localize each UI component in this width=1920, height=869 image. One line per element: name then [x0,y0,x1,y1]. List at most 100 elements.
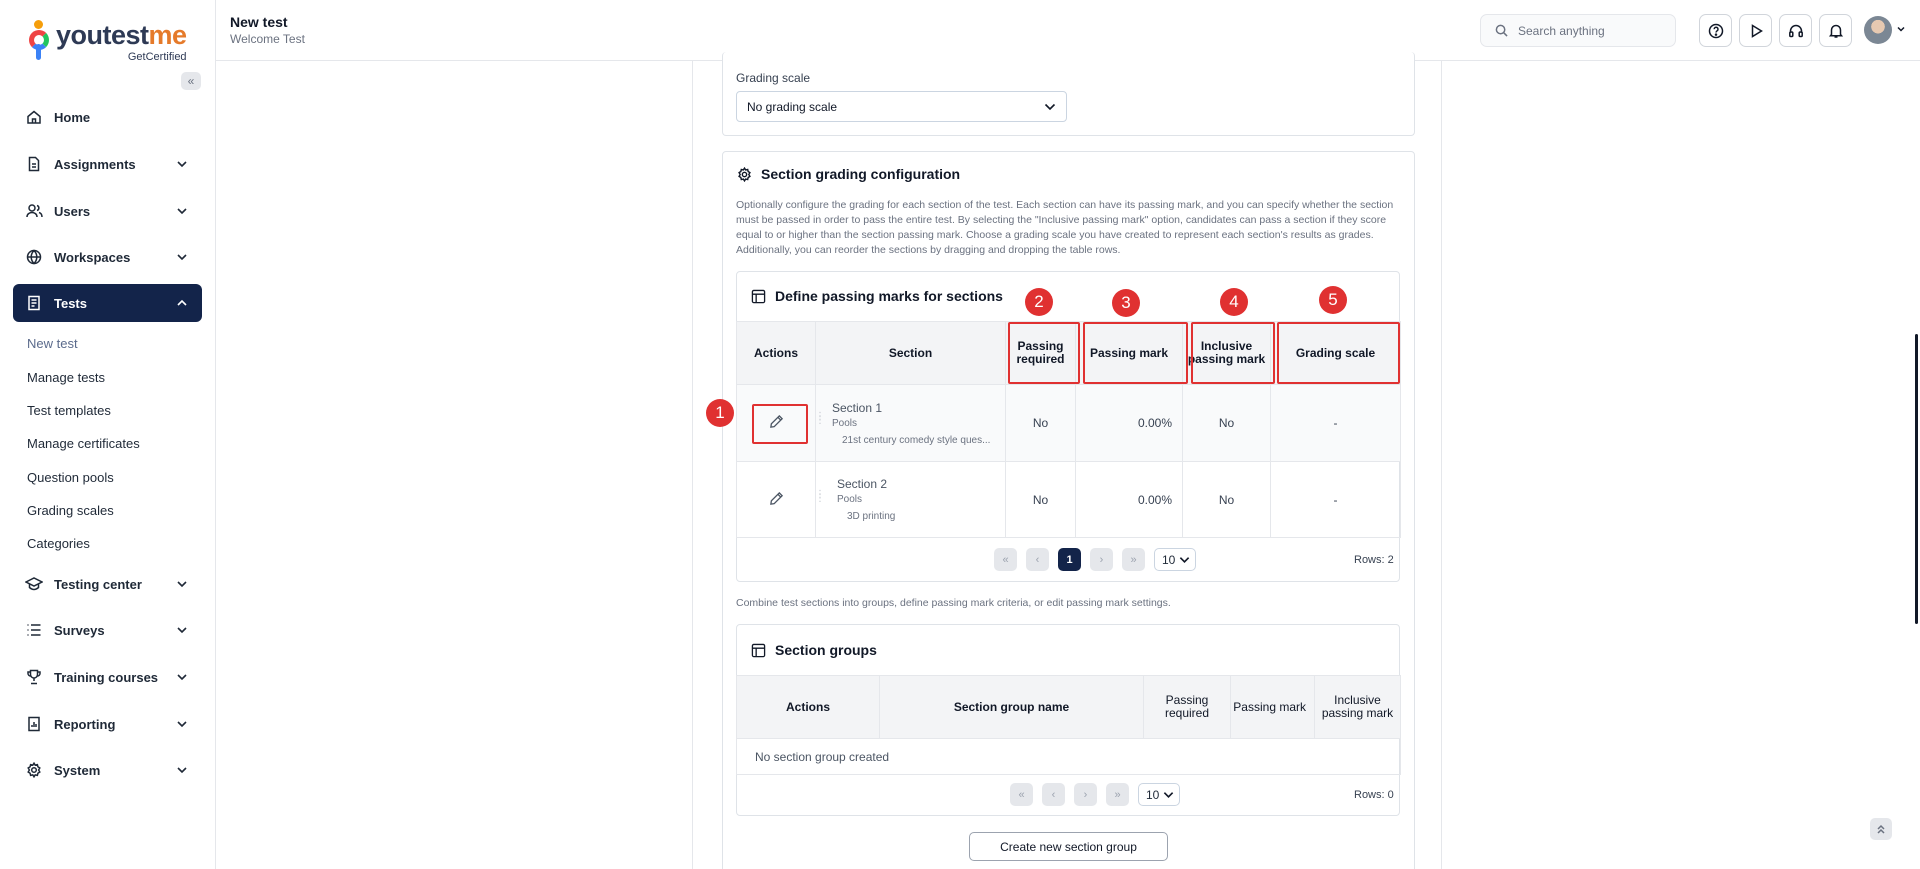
collapse-sidebar-button[interactable]: « [181,72,201,90]
search-input[interactable]: Search anything [1480,14,1676,47]
annotation-box-4 [1191,322,1275,384]
list-icon [25,621,43,639]
table-icon [751,643,766,657]
groups-hint: Combine test sections into groups, defin… [736,597,1171,609]
annotation-badge-3: 3 [1112,289,1140,317]
sidebar-sub-test-templates[interactable]: Test templates [27,403,111,418]
prev-page-button[interactable]: ‹ [1042,783,1065,806]
drag-handle-icon[interactable]: ⋮ ⋮ [815,490,825,504]
section-pools-label: Pools [832,417,858,429]
sidebar-sub-grading-scales[interactable]: Grading scales [27,503,114,518]
page-scrollbar[interactable] [1915,334,1918,624]
sidebar-sub-new-test[interactable]: New test [27,336,78,351]
chevron-down-icon [177,161,187,168]
page-current-button[interactable]: 1 [1058,548,1081,571]
next-page-button[interactable]: › [1090,548,1113,571]
chevron-down-icon [1044,103,1056,110]
table-row[interactable]: Section 2 Pools 3D printing No 0.00% No … [736,461,1401,538]
section-grading-title: Section grading configuration [737,166,960,182]
sidebar-item-label: Training courses [54,669,159,685]
report-icon [25,715,43,733]
sidebar-item-training-courses[interactable]: Training courses [13,658,202,696]
sidebar-item-assignments[interactable]: Assignments [13,145,202,183]
section-name: Section 2 [837,477,888,491]
col-passing-mark: Passing mark [1230,675,1315,739]
page-size-value: 10 [1162,552,1176,567]
brand-sub: GetCertified [127,51,187,63]
help-button[interactable] [1699,14,1732,47]
annotation-box-2 [1008,322,1080,384]
annotation-badge-4: 4 [1220,288,1248,316]
sidebar-sub-manage-tests[interactable]: Manage tests [27,370,105,385]
chevron-down-icon [177,581,187,588]
annotation-box-1 [752,404,808,444]
annotation-box-5 [1277,322,1400,384]
row-inclusive: No [1182,384,1271,462]
create-section-group-button[interactable]: Create new section group [969,832,1168,861]
last-page-button[interactable]: » [1106,783,1129,806]
sidebar-item-label: Tests [54,295,87,311]
col-inclusive-passing-mark: Inclusive passing mark [1314,675,1401,739]
sidebar-item-workspaces[interactable]: Workspaces [13,238,202,276]
chevron-down-icon[interactable] [1896,24,1906,34]
notifications-button[interactable] [1819,14,1852,47]
section-pool: 21st century comedy style ques... [842,434,991,446]
prev-page-button[interactable]: ‹ [1026,548,1049,571]
col-actions: Actions [736,321,816,385]
chevron-up-icon [177,299,187,306]
chevron-down-icon [177,767,187,774]
section-grading-title-text: Section grading configuration [761,166,961,182]
col-actions: Actions [736,675,880,739]
play-button[interactable] [1739,14,1772,47]
section-pools-label: Pools [837,494,863,505]
first-page-button[interactable]: « [1010,783,1033,806]
support-button[interactable] [1779,14,1812,47]
sidebar-item-label: Surveys [54,622,105,638]
drag-handle-icon[interactable]: ⋮ ⋮ [815,412,825,426]
chevron-down-icon [177,254,187,261]
annotation-badge-5: 5 [1319,286,1347,314]
sidebar-item-label: Users [54,203,91,219]
sidebar-item-users[interactable]: Users [13,192,202,230]
grading-scale-label: Grading scale [736,71,811,85]
chevron-down-icon [177,674,187,681]
sidebar-item-tests[interactable]: Tests [13,284,202,322]
brand-name-accent: me [148,20,188,50]
table-icon [751,289,766,303]
sidebar-item-home[interactable]: Home [13,98,202,136]
passing-marks-title: Define passing marks for sections [751,288,1003,304]
table-row[interactable]: Section 1 Pools 21st century comedy styl… [736,384,1401,462]
row-inclusive: No [1182,461,1271,538]
grading-scale-select[interactable]: No grading scale [736,91,1067,122]
page-size-select[interactable]: 10 [1138,783,1180,806]
section-groups-table: Actions Section group name Passing requi… [736,675,1401,775]
gear-icon [738,166,751,182]
page-size-select[interactable]: 10 [1154,548,1196,571]
sidebar-item-reporting[interactable]: Reporting [13,705,202,743]
empty-message: No section group created [736,738,1401,775]
avatar[interactable] [1864,16,1892,44]
content-border-right [1441,61,1442,869]
page-subtitle: Welcome Test [230,32,305,46]
sidebar-item-testing-center[interactable]: Testing center [13,565,202,603]
sidebar-sub-manage-certificates[interactable]: Manage certificates [27,436,140,451]
last-page-button[interactable]: » [1122,548,1145,571]
sidebar-sub-categories[interactable]: Categories [27,536,90,551]
section-grading-description: Optionally configure the grading for eac… [736,199,1394,256]
search-icon [1495,24,1508,37]
first-page-button[interactable]: « [994,548,1017,571]
row-passing-required: No [1005,384,1076,462]
chevron-down-icon [1163,792,1174,799]
rows-count: Rows: 0 [1354,789,1394,801]
sidebar-sub-question-pools[interactable]: Question pools [27,470,114,485]
groups-pager: « ‹ › » 10 [1010,783,1180,806]
brand-logo[interactable]: youtestme GetCertified [28,20,187,66]
graduation-cap-icon [25,575,43,593]
sidebar-item-surveys[interactable]: Surveys [13,611,202,649]
scroll-to-top-button[interactable] [1870,818,1892,840]
search-placeholder: Search anything [1518,23,1605,38]
next-page-button[interactable]: › [1074,783,1097,806]
sidebar-item-system[interactable]: System [13,751,202,789]
pencil-icon[interactable] [769,491,784,506]
play-icon [1751,23,1763,38]
